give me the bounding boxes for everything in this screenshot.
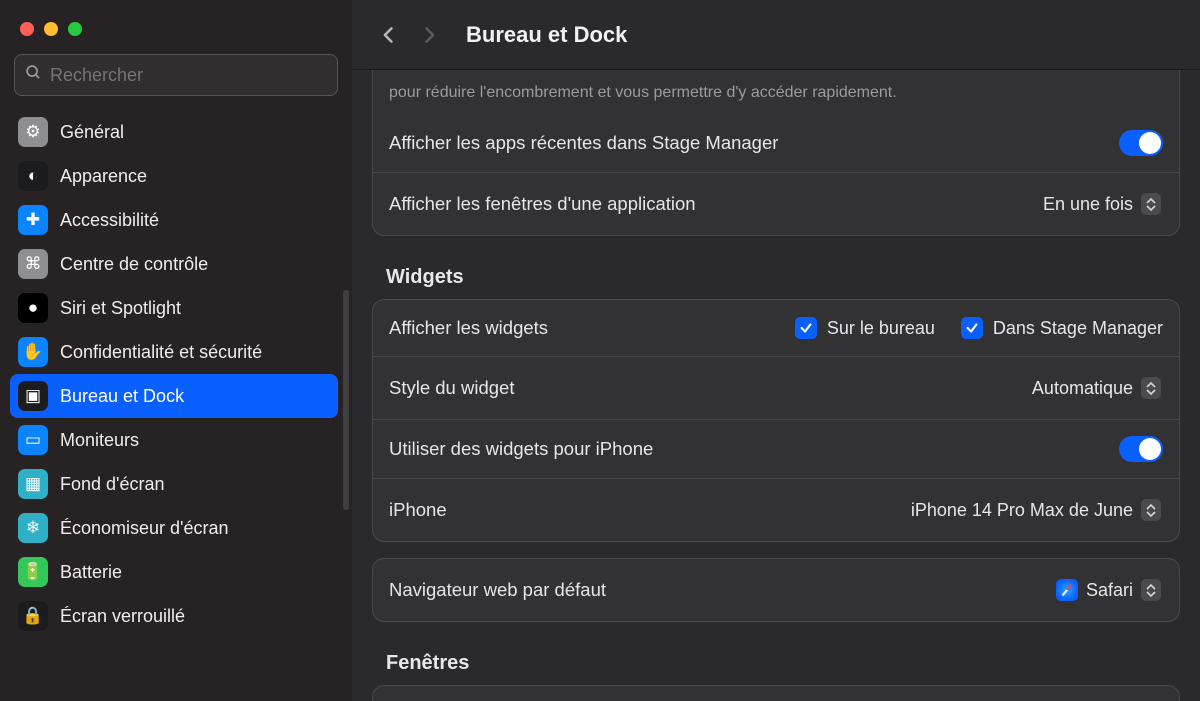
zoom-window-button[interactable] <box>68 22 82 36</box>
sidebar-item-label: Bureau et Dock <box>60 386 184 407</box>
row-iphone-device: iPhone iPhone 14 Pro Max de June <box>373 478 1179 541</box>
sidebar-item-moniteurs[interactable]: ▭ Moniteurs <box>10 418 338 462</box>
row-label: Afficher les fenêtres d'une application <box>389 193 1033 215</box>
row-label: Afficher les widgets <box>389 317 795 339</box>
page-title: Bureau et Dock <box>466 22 627 48</box>
checkbox-stage-label: Dans Stage Manager <box>993 318 1163 339</box>
stage-manager-card: pour réduire l'encombrement et vous perm… <box>372 70 1180 236</box>
sidebar-item-icon: ❄ <box>18 513 48 543</box>
sidebar-item-accessibilit-[interactable]: ✚ Accessibilité <box>10 198 338 242</box>
checkbox-desktop[interactable] <box>795 317 817 339</box>
sidebar-item-label: Confidentialité et sécurité <box>60 342 262 363</box>
chevrons-icon <box>1141 377 1161 399</box>
row-label: Navigateur web par défaut <box>389 579 1046 601</box>
sidebar-item-label: Apparence <box>60 166 147 187</box>
sidebar-item-icon: ✋ <box>18 337 48 367</box>
search-input[interactable] <box>50 65 327 86</box>
sidebar-item-centre-de-contr-le[interactable]: ⌘ Centre de contrôle <box>10 242 338 286</box>
checkbox-desktop-label: Sur le bureau <box>827 318 935 339</box>
windows-card: Préférer les onglets pour l'ouverture de… <box>372 685 1180 701</box>
sidebar-item-label: Économiseur d'écran <box>60 518 229 539</box>
sidebar-item-label: Fond d'écran <box>60 474 165 495</box>
sidebar-item-bureau-et-dock[interactable]: ▣ Bureau et Dock <box>10 374 338 418</box>
chevrons-icon <box>1141 193 1161 215</box>
section-title-windows: Fenêtres <box>386 652 1180 675</box>
sidebar-item-icon: ▭ <box>18 425 48 455</box>
back-button[interactable] <box>372 18 406 52</box>
widget-style-popup[interactable]: Automatique <box>1022 373 1163 403</box>
row-label: Afficher les apps récentes dans Stage Ma… <box>389 132 1119 154</box>
row-stage-recents: Afficher les apps récentes dans Stage Ma… <box>373 114 1179 172</box>
row-default-browser: Navigateur web par défaut Safari <box>373 559 1179 621</box>
row-label: Style du widget <box>389 377 1022 399</box>
titlebar: Bureau et Dock <box>352 0 1200 70</box>
sidebar-item-batterie[interactable]: 🔋 Batterie <box>10 550 338 594</box>
sidebar-item-icon: ▣ <box>18 381 48 411</box>
safari-icon <box>1056 579 1078 601</box>
sidebar-item-confidentialit-et-s-curit-[interactable]: ✋ Confidentialité et sécurité <box>10 330 338 374</box>
sidebar-item-icon: ◐ <box>18 161 48 191</box>
sidebar-item-icon: ✚ <box>18 205 48 235</box>
row-label: Utiliser des widgets pour iPhone <box>389 438 1119 460</box>
row-stage-windows: Afficher les fenêtres d'une application … <box>373 172 1179 235</box>
close-window-button[interactable] <box>20 22 34 36</box>
section-title-widgets: Widgets <box>386 266 1180 289</box>
sidebar-item-label: Écran verrouillé <box>60 606 185 627</box>
sidebar-item-label: Général <box>60 122 124 143</box>
minimize-window-button[interactable] <box>44 22 58 36</box>
search-field[interactable] <box>14 54 338 96</box>
chevrons-icon <box>1141 499 1161 521</box>
sidebar-item-label: Moniteurs <box>60 430 139 451</box>
row-widget-style: Style du widget Automatique <box>373 356 1179 419</box>
sidebar-item-icon: ● <box>18 293 48 323</box>
content-scroll[interactable]: pour réduire l'encombrement et vous perm… <box>352 70 1200 701</box>
sidebar-item--conomiseur-d-cran[interactable]: ❄ Économiseur d'écran <box>10 506 338 550</box>
row-label: iPhone <box>389 499 901 521</box>
sidebar-item-icon: ⌘ <box>18 249 48 279</box>
search-icon <box>25 64 42 86</box>
iphone-device-popup[interactable]: iPhone 14 Pro Max de June <box>901 495 1163 525</box>
stage-recents-toggle[interactable] <box>1119 130 1163 156</box>
sidebar-item-icon: ⚙ <box>18 117 48 147</box>
sidebar-item-label: Accessibilité <box>60 210 159 231</box>
sidebar-item-g-n-ral[interactable]: ⚙ Général <box>10 110 338 154</box>
sidebar-item-icon: 🔋 <box>18 557 48 587</box>
forward-button[interactable] <box>412 18 446 52</box>
row-prefer-tabs: Préférer les onglets pour l'ouverture de… <box>373 686 1179 701</box>
browser-card: Navigateur web par défaut Safari <box>372 558 1180 622</box>
stage-description-text: pour réduire l'encombrement et vous perm… <box>373 70 1179 114</box>
row-iphone-widgets: Utiliser des widgets pour iPhone <box>373 419 1179 478</box>
sidebar-item--cran-verrouill-[interactable]: 🔒 Écran verrouillé <box>10 594 338 638</box>
checkbox-stage[interactable] <box>961 317 983 339</box>
iphone-widgets-toggle[interactable] <box>1119 436 1163 462</box>
widgets-card: Afficher les widgets Sur le bureau <box>372 299 1180 542</box>
sidebar-item-siri-et-spotlight[interactable]: ● Siri et Spotlight <box>10 286 338 330</box>
system-settings-window: ⚙ Général ◐ Apparence ✚ Accessibilité ⌘ Centre … <box>0 0 1200 701</box>
sidebar-item-icon: ▦ <box>18 469 48 499</box>
sidebar-item-label: Siri et Spotlight <box>60 298 181 319</box>
sidebar-scrollbar[interactable] <box>343 290 349 510</box>
main-pane: Bureau et Dock pour réduire l'encombreme… <box>352 0 1200 701</box>
sidebar: ⚙ Général ◐ Apparence ✚ Accessibilité ⌘ Centre … <box>0 0 352 701</box>
row-show-widgets: Afficher les widgets Sur le bureau <box>373 300 1179 356</box>
sidebar-item-fond-d-cran[interactable]: ▦ Fond d'écran <box>10 462 338 506</box>
sidebar-item-label: Centre de contrôle <box>60 254 208 275</box>
stage-windows-popup[interactable]: En une fois <box>1033 189 1163 219</box>
window-controls <box>0 0 352 36</box>
chevrons-icon <box>1141 579 1161 601</box>
sidebar-item-label: Batterie <box>60 562 122 583</box>
sidebar-list: ⚙ Général ◐ Apparence ✚ Accessibilité ⌘ Centre … <box>0 106 352 701</box>
sidebar-item-icon: 🔒 <box>18 601 48 631</box>
sidebar-item-apparence[interactable]: ◐ Apparence <box>10 154 338 198</box>
default-browser-popup[interactable]: Safari <box>1046 575 1163 605</box>
